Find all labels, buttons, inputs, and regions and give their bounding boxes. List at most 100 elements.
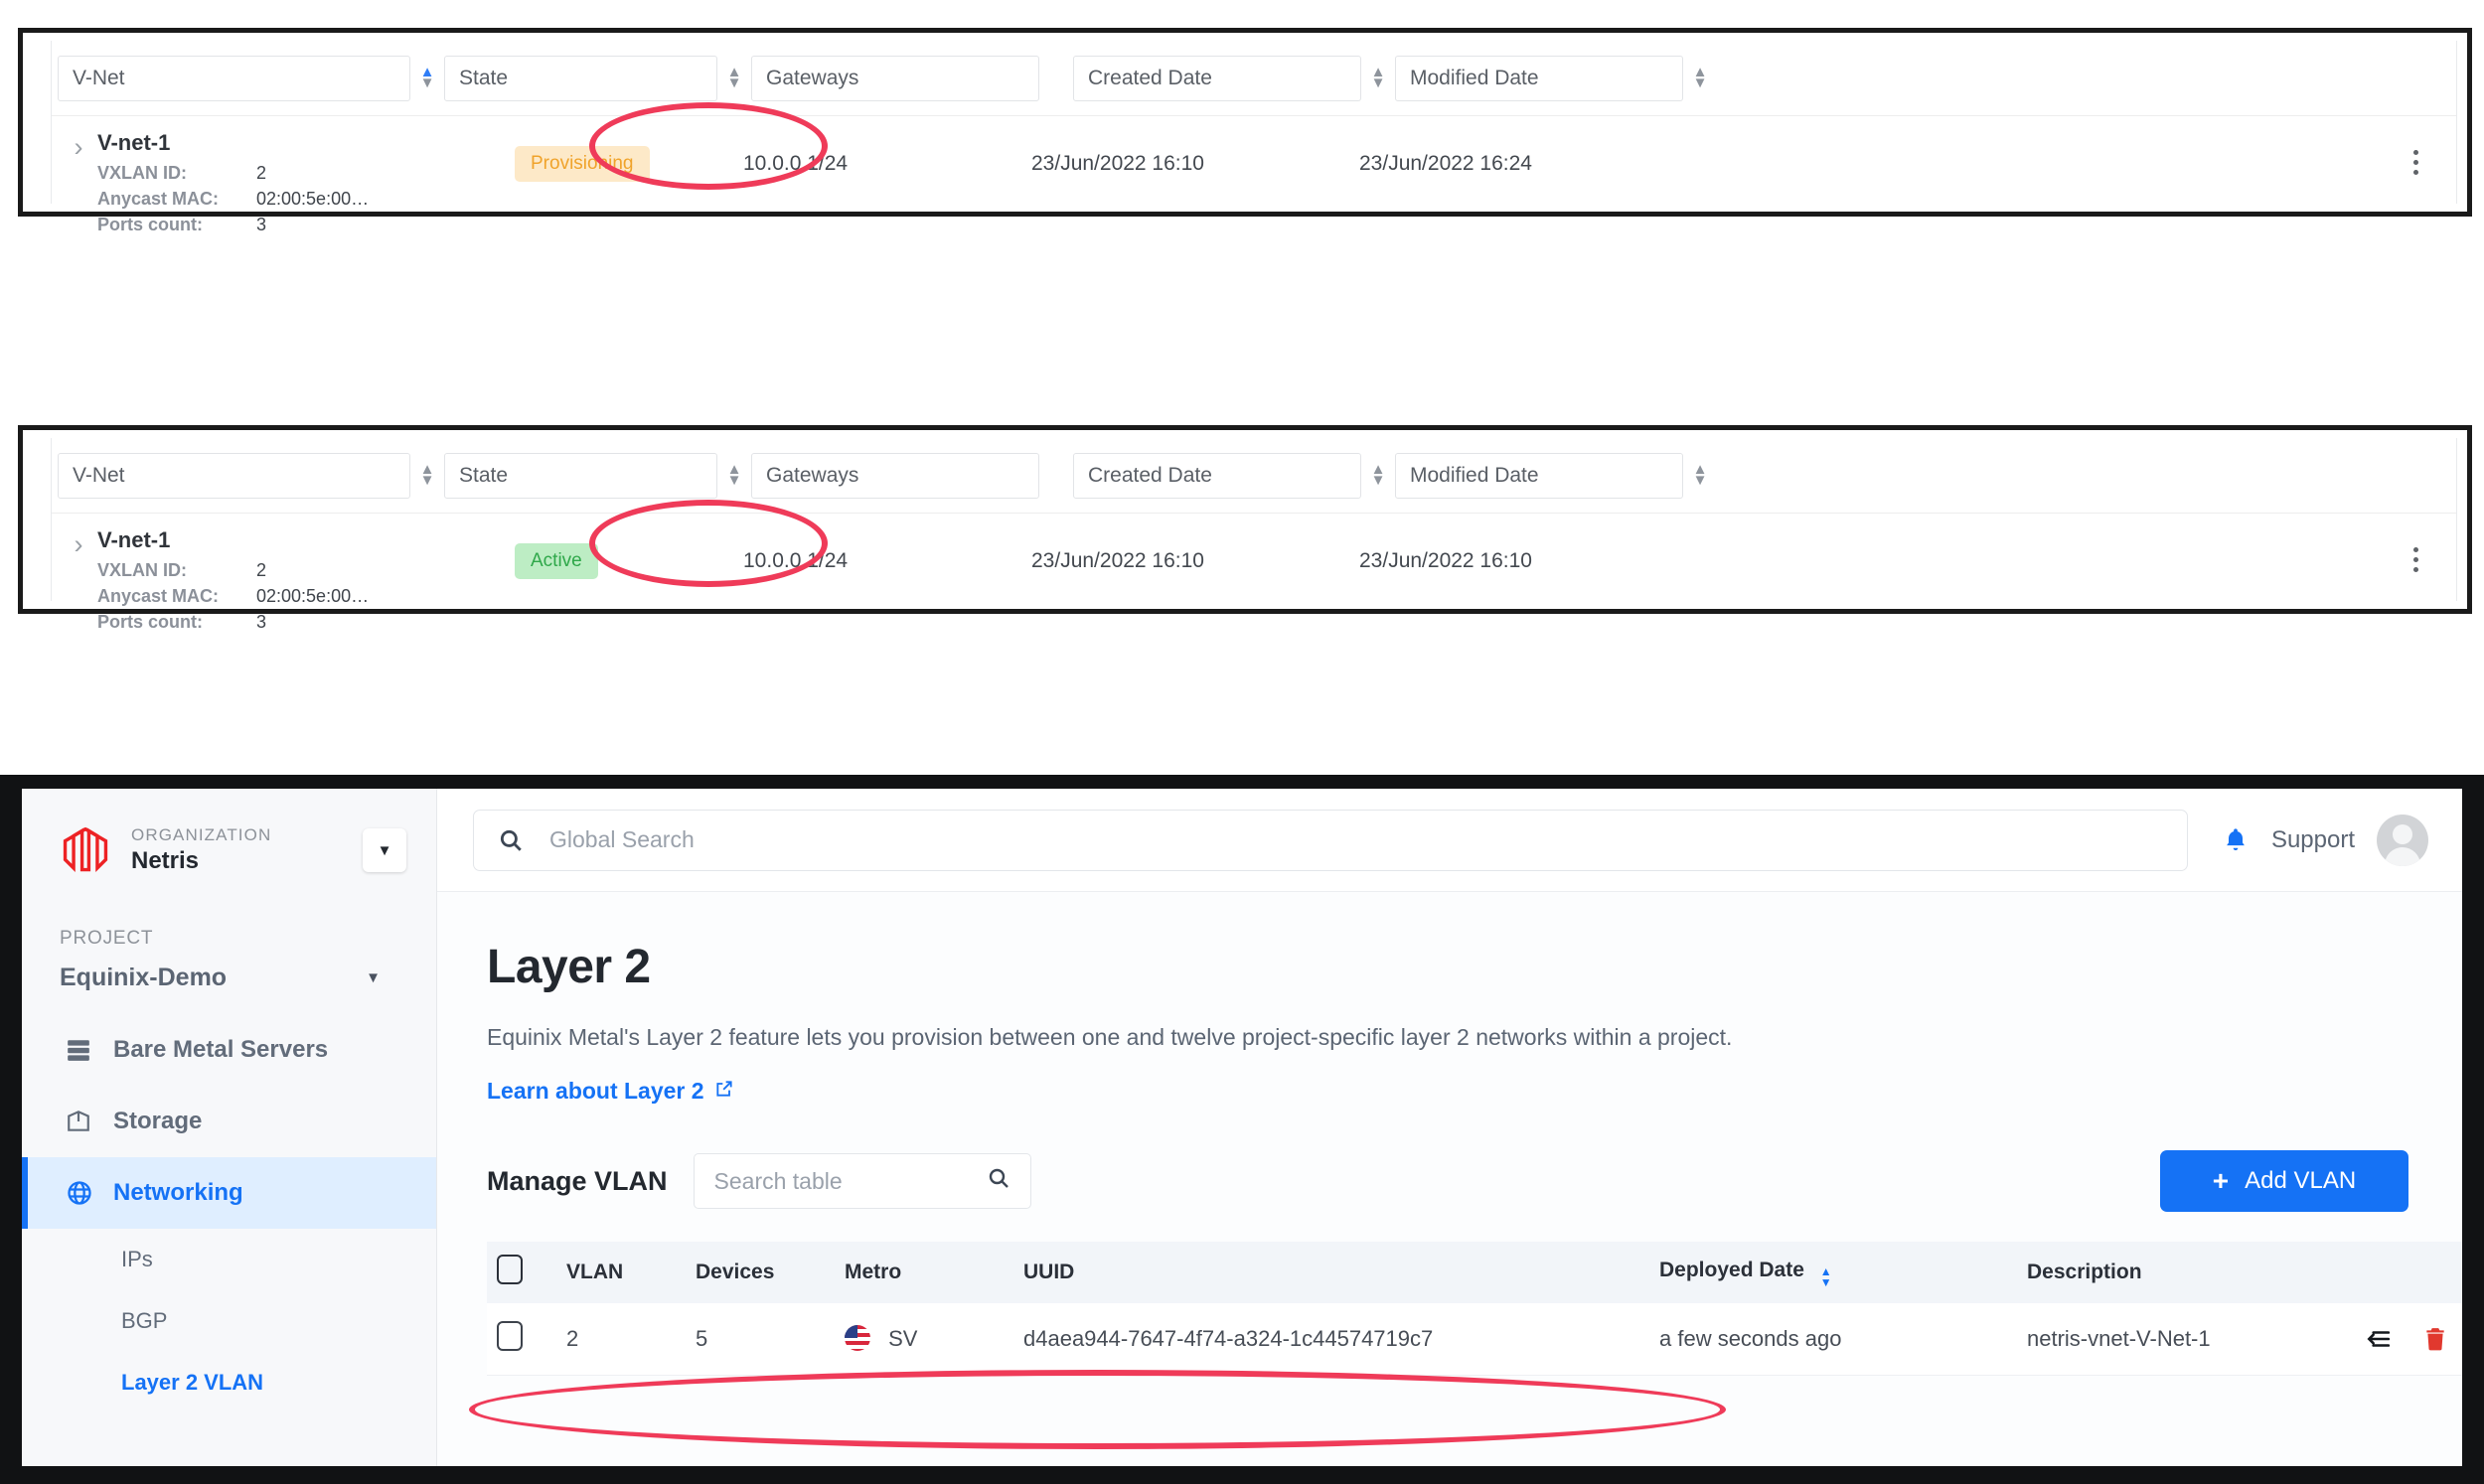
state-cell: Provisioning	[515, 130, 743, 182]
page-description: Equinix Metal's Layer 2 feature lets you…	[487, 1024, 1733, 1050]
vnet-name: V-net-1	[97, 130, 171, 155]
filter-gateways-label[interactable]: Gateways	[751, 55, 1039, 101]
column-devices: Devices	[686, 1242, 835, 1303]
screenshot-root: V-Net ▲ ▼ State ▲ ▼ Gateways Created Dat…	[0, 0, 2484, 1484]
filter-state-label[interactable]: State	[444, 452, 717, 499]
vnet-table-panel-active: V-Net ▲ ▼ State ▲ ▼ Gateways Created Dat…	[18, 425, 2472, 632]
notification-bell-icon[interactable]	[2222, 826, 2250, 854]
filter-state-label[interactable]: State	[444, 55, 717, 101]
filter-state[interactable]: State ▲ ▼	[444, 55, 751, 101]
anycast-mac-value: 02:00:5e:00…	[256, 189, 370, 209]
filter-gateways[interactable]: Gateways	[751, 55, 1073, 101]
delete-icon[interactable]	[2422, 1325, 2448, 1353]
filter-modified-date-label[interactable]: Modified Date	[1395, 452, 1683, 499]
expand-chevron-icon[interactable]: ›	[52, 527, 97, 560]
column-deployed-date-label: Deployed Date	[1659, 1259, 1804, 1281]
modified-date-value: 23/Jun/2022 16:24	[1359, 152, 1532, 175]
filter-gateways[interactable]: Gateways	[751, 452, 1073, 499]
sidebar-item-storage[interactable]: Storage	[22, 1086, 436, 1157]
filter-created-date-label[interactable]: Created Date	[1073, 55, 1361, 101]
support-area[interactable]: Support	[2222, 814, 2428, 866]
table-header-row: VLAN Devices Metro UUID Deployed Date ▲ ▼	[487, 1242, 2462, 1303]
filter-modified-date[interactable]: Modified Date ▲ ▼	[1395, 55, 1717, 101]
project-switcher[interactable]: Equinix-Demo ▼	[22, 950, 436, 1014]
gateways-value: 10.0.0.1/24	[743, 152, 849, 175]
select-all-checkbox[interactable]	[497, 1255, 523, 1284]
filter-state[interactable]: State ▲ ▼	[444, 452, 751, 499]
filter-vnet-label[interactable]: V-Net	[58, 452, 410, 499]
filter-vnet[interactable]: V-Net ▲ ▼	[58, 452, 444, 499]
global-search-input[interactable]: Global Search	[473, 809, 2188, 871]
row-select-cell[interactable]	[487, 1303, 556, 1376]
sort-modified-date-icon[interactable]: ▲ ▼	[1683, 65, 1717, 90]
chevron-down-icon[interactable]: ▼	[366, 969, 381, 986]
project-name: Equinix-Demo	[60, 964, 228, 991]
filter-modified-date-label[interactable]: Modified Date	[1395, 55, 1683, 101]
sort-deployed-date-icon[interactable]: ▲ ▼	[1820, 1265, 1832, 1288]
row-checkbox[interactable]	[497, 1320, 523, 1351]
sidebar-item-label: Storage	[113, 1108, 203, 1134]
sidebar-item-networking[interactable]: Networking	[22, 1157, 436, 1229]
vnet-detail-mac: Anycast MAC: 02:00:5e:00…	[97, 583, 515, 609]
sidebar-item-label: Networking	[113, 1179, 243, 1206]
cell-devices: 5	[686, 1303, 835, 1376]
vnet-row[interactable]: › V-net-1 VXLAN ID: 2 Anycast MAC: 02:00…	[52, 116, 2456, 235]
sidebar-item-layer-2-vlan[interactable]: Layer 2 VLAN	[22, 1352, 436, 1413]
organization-switcher[interactable]: ORGANIZATION Netris ▼	[22, 815, 436, 886]
main-panel: Layer 2 Equinix Metal's Layer 2 feature …	[437, 892, 2462, 1466]
globe-icon	[66, 1179, 113, 1207]
vnet-detail-mac: Anycast MAC: 02:00:5e:00…	[97, 186, 515, 212]
cell-vlan: 2	[556, 1303, 686, 1376]
sort-state-icon[interactable]: ▲ ▼	[717, 65, 751, 90]
filter-vnet-label[interactable]: V-Net	[58, 55, 410, 101]
column-deployed-date[interactable]: Deployed Date ▲ ▼	[1649, 1242, 2017, 1303]
sidebar-item-bgp[interactable]: BGP	[22, 1290, 436, 1352]
created-date-value: 23/Jun/2022 16:10	[1031, 549, 1204, 572]
column-metro: Metro	[835, 1242, 1013, 1303]
filter-created-date[interactable]: Created Date ▲ ▼	[1073, 55, 1395, 101]
sidebar-item-bare-metal-servers[interactable]: Bare Metal Servers	[22, 1014, 436, 1086]
learn-about-layer-2-link[interactable]: Learn about Layer 2	[487, 1078, 734, 1105]
avatar[interactable]	[2377, 814, 2428, 866]
vnet-detail-ports: Ports count: 3	[97, 609, 515, 635]
equinix-metal-logo-icon	[63, 827, 108, 873]
learn-link-label: Learn about Layer 2	[487, 1078, 704, 1104]
filter-created-date-label[interactable]: Created Date	[1073, 452, 1361, 499]
sort-vnet-icon[interactable]: ▲ ▼	[410, 65, 444, 90]
row-menu-icon[interactable]	[2413, 547, 2418, 572]
expand-chevron-icon[interactable]: ›	[52, 130, 97, 163]
topbar: Global Search Support	[437, 789, 2462, 892]
filter-created-date[interactable]: Created Date ▲ ▼	[1073, 452, 1395, 499]
filter-gateways-label[interactable]: Gateways	[751, 452, 1039, 499]
state-cell: Active	[515, 527, 743, 579]
sort-created-date-icon[interactable]: ▲ ▼	[1361, 65, 1395, 90]
table-row[interactable]: 2 5 SV d4aea944-7647-4f74-a324-1c4457471…	[487, 1303, 2462, 1376]
organization-dropdown-icon[interactable]: ▼	[363, 828, 406, 872]
row-menu-icon[interactable]	[2413, 150, 2418, 175]
anycast-mac-label: Anycast MAC:	[97, 586, 220, 606]
content-area: Global Search Support Layer 2 Equinix Me…	[437, 789, 2462, 1466]
assign-device-icon[interactable]	[2363, 1326, 2393, 1352]
table-search-input[interactable]: Search table	[693, 1153, 1031, 1209]
sidebar-item-ips[interactable]: IPs	[22, 1229, 436, 1290]
vnet-row[interactable]: › V-net-1 VXLAN ID: 2 Anycast MAC: 02:00…	[52, 514, 2456, 633]
sort-vnet-icon[interactable]: ▲ ▼	[410, 462, 444, 488]
storage-icon	[66, 1109, 113, 1134]
vxlan-id-value: 2	[256, 560, 267, 580]
column-description: Description	[2017, 1242, 2315, 1303]
vxlan-id-value: 2	[256, 163, 267, 183]
sort-state-icon[interactable]: ▲ ▼	[717, 462, 751, 488]
filter-modified-date[interactable]: Modified Date ▲ ▼	[1395, 452, 1717, 499]
sidebar: ORGANIZATION Netris ▼ PROJECT Equinix-De…	[22, 789, 437, 1466]
add-vlan-label: Add VLAN	[2245, 1167, 2357, 1194]
sort-modified-date-icon[interactable]: ▲ ▼	[1683, 462, 1717, 488]
add-vlan-button[interactable]: + Add VLAN	[2160, 1150, 2408, 1212]
sort-created-date-icon[interactable]: ▲ ▼	[1361, 462, 1395, 488]
vnet-meta: V-net-1 VXLAN ID: 2 Anycast MAC: 02:00:5…	[97, 527, 515, 635]
filter-vnet[interactable]: V-Net ▲ ▼	[58, 55, 444, 101]
select-all-header[interactable]	[487, 1242, 556, 1303]
equinix-console-window: ORGANIZATION Netris ▼ PROJECT Equinix-De…	[0, 775, 2484, 1484]
vnet-table: V-Net ▲ ▼ State ▲ ▼ Gateways Created Dat…	[51, 41, 2457, 234]
status-badge: Active	[515, 543, 598, 579]
support-label[interactable]: Support	[2271, 826, 2355, 854]
